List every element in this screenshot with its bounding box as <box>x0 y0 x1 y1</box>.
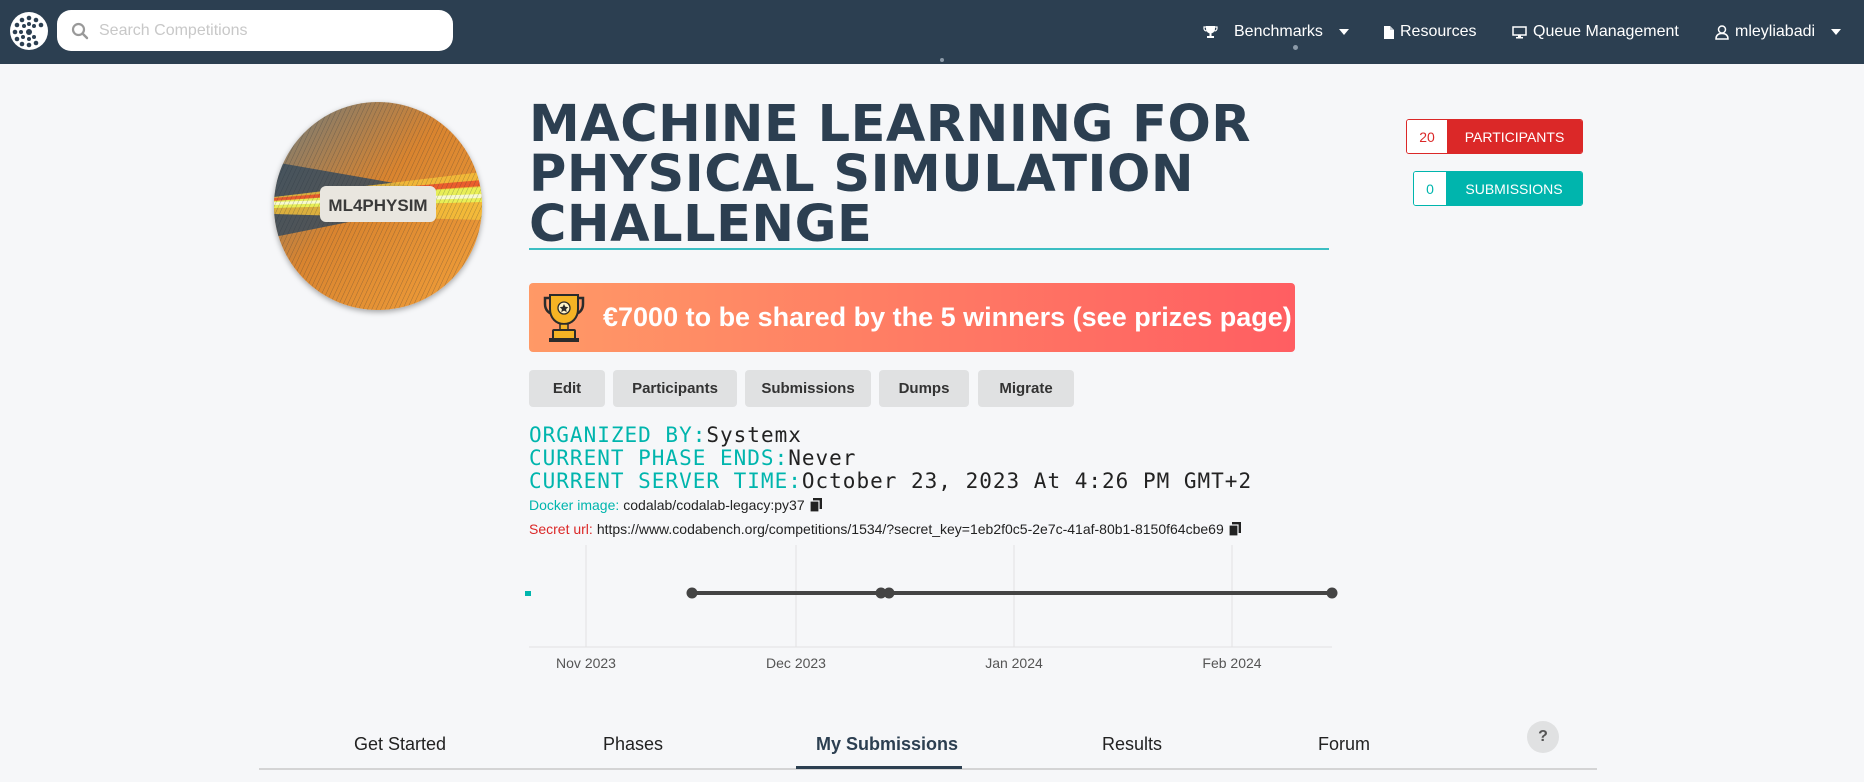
docker-image-row: Docker image: codalab/codalab-legacy:py3… <box>529 497 823 513</box>
dumps-button[interactable]: Dumps <box>879 370 969 407</box>
docker-image-value: codalab/codalab-legacy:py37 <box>623 497 805 513</box>
timeline-tick-label: Dec 2023 <box>766 655 826 671</box>
codabench-logo-icon[interactable] <box>10 12 48 50</box>
submissions-badge-label: SUBMISSIONS <box>1446 172 1582 205</box>
timeline-tick-label: Feb 2024 <box>1202 655 1261 671</box>
trophy-icon <box>543 293 585 342</box>
search-input[interactable] <box>99 10 439 51</box>
competition-tabs: Get Started Phases My Submissions Result… <box>259 718 1597 770</box>
migrate-button[interactable]: Migrate <box>978 370 1074 407</box>
competition-logo-text: ML4PHYSIM <box>328 196 427 215</box>
tab-results[interactable]: Results <box>1102 734 1162 755</box>
copy-icon[interactable] <box>809 497 823 513</box>
active-tab-indicator <box>796 766 962 769</box>
desktop-icon <box>1512 25 1527 38</box>
organized-by-row: ORGANIZED BY:Systemx <box>529 423 802 447</box>
nav-indicator-dot <box>940 58 944 62</box>
phase-ends-label: CURRENT PHASE ENDS: <box>529 446 789 470</box>
search-box[interactable] <box>57 10 453 51</box>
nav-indicator-dot <box>1293 45 1298 50</box>
participants-button[interactable]: Participants <box>613 370 737 407</box>
trophy-icon <box>1203 26 1218 38</box>
participants-badge: 20 PARTICIPANTS <box>1406 119 1583 154</box>
phase-point[interactable] <box>686 587 698 599</box>
edit-button[interactable]: Edit <box>529 370 605 407</box>
competition-title: MACHINE LEARNING FOR PHYSICAL SIMULATION… <box>529 95 1252 254</box>
nav-resources[interactable]: Resources <box>1384 20 1476 44</box>
submissions-count: 0 <box>1414 172 1446 205</box>
chevron-down-icon <box>1831 29 1842 35</box>
prize-text: €7000 to be shared by the 5 winners (see… <box>603 302 1292 332</box>
server-time-row: CURRENT SERVER TIME:October 23, 2023 At … <box>529 469 1252 493</box>
phase-ends-row: CURRENT PHASE ENDS:Never <box>529 446 856 470</box>
nav-queue-label: Queue Management <box>1533 23 1679 40</box>
phase-point[interactable] <box>1326 587 1338 599</box>
submissions-button[interactable]: Submissions <box>745 370 871 407</box>
nav-user-menu[interactable]: mleyliabadi <box>1715 20 1842 44</box>
prize-banner: €7000 to be shared by the 5 winners (see… <box>529 283 1295 352</box>
top-navbar: Benchmarks Resources Queue Management ml… <box>0 0 1864 64</box>
nav-queue-management[interactable]: Queue Management <box>1512 20 1679 44</box>
tab-my-submissions[interactable]: My Submissions <box>816 734 958 755</box>
nav-user-label: mleyliabadi <box>1735 23 1816 40</box>
title-divider <box>529 248 1329 250</box>
timeline-tick-label: Nov 2023 <box>556 655 616 671</box>
phase-point[interactable] <box>883 587 895 599</box>
participants-count: 20 <box>1407 120 1447 153</box>
tab-forum[interactable]: Forum <box>1318 734 1370 755</box>
tab-get-started[interactable]: Get Started <box>354 734 446 755</box>
server-time-label: CURRENT SERVER TIME: <box>529 469 802 493</box>
phase-timeline: Nov 2023 Dec 2023 Jan 2024 Feb 2024 <box>525 545 1338 671</box>
tab-phases[interactable]: Phases <box>603 734 663 755</box>
search-icon <box>71 22 89 40</box>
submissions-badge: 0 SUBMISSIONS <box>1413 171 1583 206</box>
competition-logo: ML4PHYSIM <box>274 102 482 310</box>
file-icon <box>1384 25 1394 39</box>
timeline-tick-label: Jan 2024 <box>985 655 1043 671</box>
participants-badge-label: PARTICIPANTS <box>1447 120 1582 153</box>
user-icon <box>1715 24 1729 40</box>
chevron-down-icon <box>1338 29 1349 35</box>
phase-ends-value: Never <box>788 446 857 470</box>
timeline-today-marker <box>525 591 531 596</box>
nav-resources-label: Resources <box>1400 23 1477 40</box>
nav-benchmarks-label: Benchmarks <box>1234 23 1323 40</box>
organized-by-value: Systemx <box>706 423 802 447</box>
organized-by-label: ORGANIZED BY: <box>529 423 707 447</box>
docker-image-label: Docker image: <box>529 497 620 513</box>
help-button[interactable]: ? <box>1527 721 1559 753</box>
server-time-value: October 23, 2023 At 4:26 PM GMT+2 <box>801 469 1253 493</box>
nav-benchmarks[interactable]: Benchmarks <box>1203 20 1349 44</box>
